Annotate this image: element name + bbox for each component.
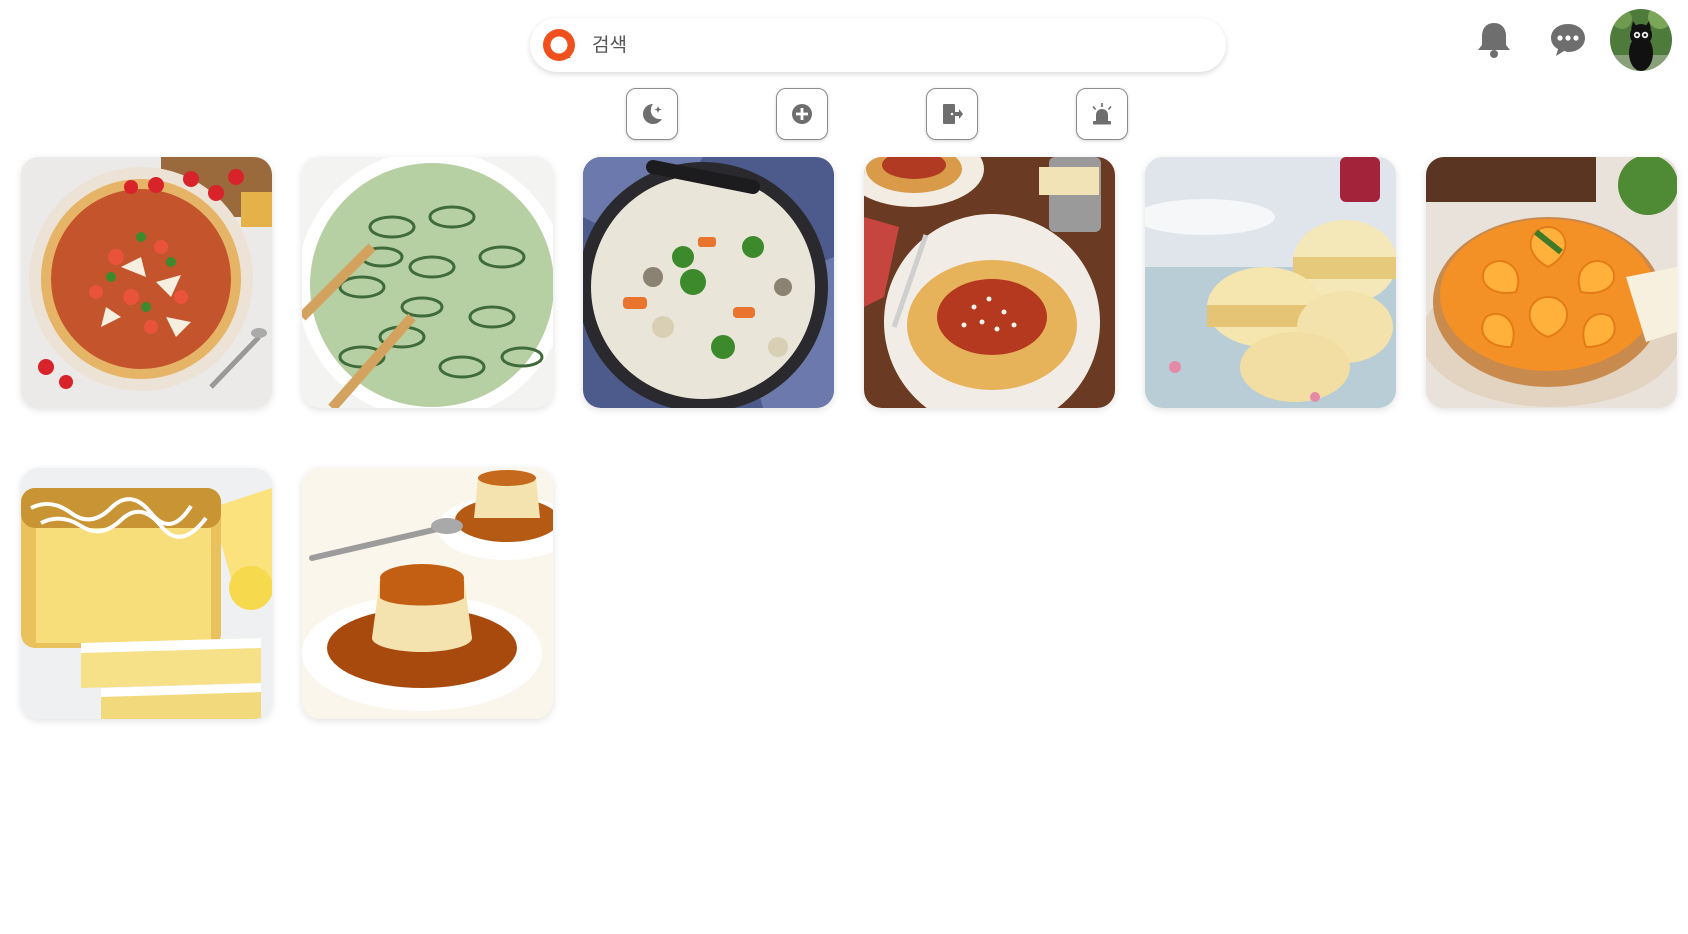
bell-icon[interactable] <box>1470 16 1518 64</box>
logout-button[interactable] <box>926 88 978 140</box>
report-button[interactable] <box>1076 88 1128 140</box>
recipe-card-cream-soup[interactable] <box>583 157 834 408</box>
recipe-card-spaghetti[interactable] <box>864 157 1115 408</box>
recipe-card-cucumber-salad[interactable] <box>302 157 553 408</box>
orange-tart-image <box>1426 157 1677 408</box>
add-button[interactable] <box>776 88 828 140</box>
dark-mode-button[interactable] <box>626 88 678 140</box>
spaghetti-image <box>864 157 1115 408</box>
user-avatar[interactable] <box>1610 9 1672 71</box>
toolbar <box>626 88 1128 140</box>
recipe-card-caramel-pudding[interactable] <box>302 468 553 719</box>
recipe-card-orange-tart[interactable] <box>1426 157 1677 408</box>
app-logo-icon[interactable] <box>542 28 576 62</box>
chat-icon[interactable] <box>1544 16 1592 64</box>
recipe-card-pizza[interactable] <box>21 157 272 408</box>
cream-soup-image <box>583 157 834 408</box>
recipe-grid <box>21 157 1681 719</box>
dark-mode-icon <box>643 104 662 124</box>
search-input[interactable] <box>590 25 1190 65</box>
logout-icon <box>943 104 963 124</box>
add-circle-icon <box>792 104 812 124</box>
recipe-card-biscuits[interactable] <box>1145 157 1396 408</box>
search-bar <box>530 18 1226 72</box>
header-actions <box>1444 8 1672 72</box>
recipe-card-lemon-cake[interactable] <box>21 468 272 719</box>
siren-icon <box>1092 103 1112 125</box>
caramel-pudding-image <box>302 468 553 719</box>
pizza-image <box>21 157 272 408</box>
cucumber-salad-image <box>302 157 553 408</box>
lemon-cake-image <box>21 468 272 719</box>
biscuits-image <box>1145 157 1396 408</box>
